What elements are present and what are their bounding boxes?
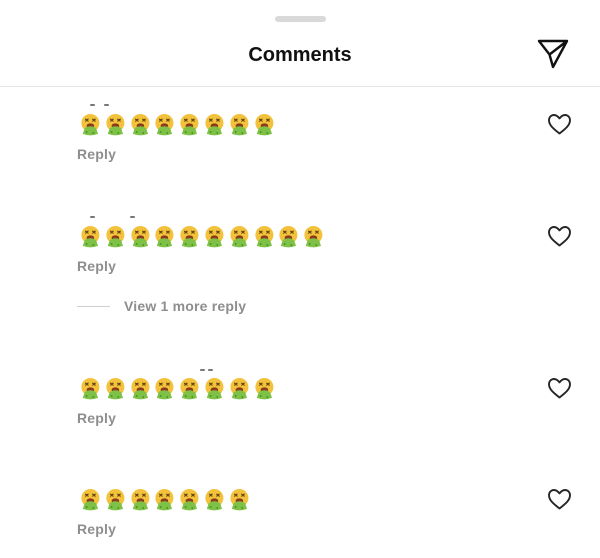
reply-button[interactable]: Reply xyxy=(77,521,116,537)
reply-button[interactable]: Reply xyxy=(77,146,116,162)
nauseated-vomiting-face-emoji xyxy=(178,488,201,511)
nauseated-vomiting-face-emoji xyxy=(277,225,300,248)
nauseated-vomiting-face-emoji xyxy=(129,113,152,136)
username-redacted xyxy=(200,369,320,373)
nauseated-vomiting-face-emoji xyxy=(253,377,276,400)
nauseated-vomiting-face-emoji xyxy=(104,225,127,248)
heart-outline-icon[interactable] xyxy=(547,377,572,399)
nauseated-vomiting-face-emoji xyxy=(79,488,102,511)
nauseated-vomiting-face-emoji xyxy=(104,113,127,136)
nauseated-vomiting-face-emoji xyxy=(228,377,251,400)
nauseated-vomiting-face-emoji xyxy=(153,488,176,511)
nauseated-vomiting-face-emoji xyxy=(79,377,102,400)
nauseated-vomiting-face-emoji xyxy=(178,225,201,248)
heart-outline-icon[interactable] xyxy=(547,225,572,247)
heart-outline-icon[interactable] xyxy=(547,113,572,135)
nauseated-vomiting-face-emoji xyxy=(203,377,226,400)
comments-header: Comments xyxy=(0,0,600,87)
nauseated-vomiting-face-emoji xyxy=(79,113,102,136)
nauseated-vomiting-face-emoji xyxy=(178,377,201,400)
nauseated-vomiting-face-emoji xyxy=(228,488,251,511)
nauseated-vomiting-face-emoji xyxy=(178,113,201,136)
nauseated-vomiting-face-emoji xyxy=(228,113,251,136)
nauseated-vomiting-face-emoji xyxy=(253,113,276,136)
nauseated-vomiting-face-emoji xyxy=(203,225,226,248)
nauseated-vomiting-face-emoji xyxy=(129,377,152,400)
view-more-replies-label: View 1 more reply xyxy=(124,298,247,314)
divider-line xyxy=(77,305,110,307)
nauseated-vomiting-face-emoji xyxy=(104,377,127,400)
comment-emoji-row xyxy=(79,113,275,137)
nauseated-vomiting-face-emoji xyxy=(153,377,176,400)
page-title: Comments xyxy=(248,44,352,66)
nauseated-vomiting-face-emoji xyxy=(203,488,226,511)
nauseated-vomiting-face-emoji xyxy=(79,225,102,248)
paper-plane-icon xyxy=(537,39,569,69)
username-redacted xyxy=(90,104,210,108)
reply-button[interactable]: Reply xyxy=(77,258,116,274)
nauseated-vomiting-face-emoji xyxy=(228,225,251,248)
reply-button[interactable]: Reply xyxy=(77,410,116,426)
comment-emoji-row xyxy=(79,225,325,249)
nauseated-vomiting-face-emoji xyxy=(203,113,226,136)
send-button[interactable] xyxy=(535,37,571,71)
nauseated-vomiting-face-emoji xyxy=(153,113,176,136)
username-redacted xyxy=(90,216,210,220)
view-more-replies-button[interactable]: View 1 more reply xyxy=(77,298,246,314)
comment-emoji-row xyxy=(79,377,275,401)
nauseated-vomiting-face-emoji xyxy=(104,488,127,511)
nauseated-vomiting-face-emoji xyxy=(253,225,276,248)
comments-sheet: Comments Reply Reply View 1 more reply R… xyxy=(0,0,600,558)
nauseated-vomiting-face-emoji xyxy=(302,225,325,248)
nauseated-vomiting-face-emoji xyxy=(153,225,176,248)
heart-outline-icon[interactable] xyxy=(547,488,572,510)
comment-emoji-row xyxy=(79,488,251,512)
nauseated-vomiting-face-emoji xyxy=(129,488,152,511)
nauseated-vomiting-face-emoji xyxy=(129,225,152,248)
